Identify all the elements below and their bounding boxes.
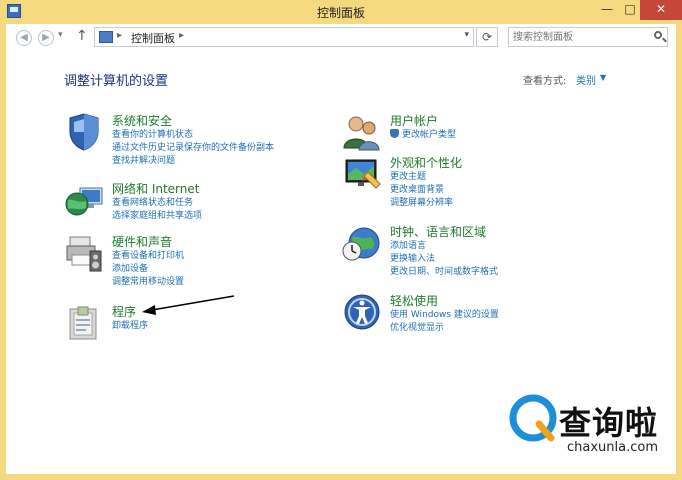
window-title: 控制面板 xyxy=(316,6,365,20)
address-bar[interactable]: ▸ 控制面板 ▸ ▾ xyxy=(94,27,474,47)
breadcrumb-separator[interactable]: ▸ xyxy=(179,30,184,41)
up-button[interactable]: ↑ xyxy=(76,28,88,44)
close-button[interactable]: ✕ xyxy=(640,0,682,20)
minimize-button[interactable]: — xyxy=(597,0,617,20)
back-button[interactable]: ◀ xyxy=(16,30,32,46)
search-icon[interactable] xyxy=(654,31,662,39)
watermark-brand: 查询啦 xyxy=(559,404,659,442)
history-dropdown-icon[interactable]: ▾ xyxy=(58,30,63,40)
forward-button[interactable]: ▶ xyxy=(38,30,54,46)
window-frame: 控制面板 — □ ✕ ◀ ▶ ▾ ↑ ▸ 控制面板 ▸ ▾ ⟳ 调整计算机的设置… xyxy=(0,0,682,480)
watermark-logo-icon xyxy=(509,394,557,442)
address-dropdown-icon[interactable]: ▾ xyxy=(464,30,469,40)
breadcrumb-control-panel[interactable]: 控制面板 xyxy=(131,30,175,46)
breadcrumb-separator[interactable]: ▸ xyxy=(117,30,122,41)
title-bar: 控制面板 — □ ✕ xyxy=(0,0,682,24)
navigation-bar: ◀ ▶ ▾ ↑ ▸ 控制面板 ▸ ▾ ⟳ xyxy=(6,24,676,52)
refresh-button[interactable]: ⟳ xyxy=(476,27,498,47)
address-control-panel-icon xyxy=(99,31,113,43)
search-input[interactable] xyxy=(513,29,643,45)
maximize-button[interactable]: □ xyxy=(620,0,640,20)
search-box[interactable] xyxy=(508,27,668,47)
watermark-site: chaxunla.com xyxy=(567,440,658,455)
